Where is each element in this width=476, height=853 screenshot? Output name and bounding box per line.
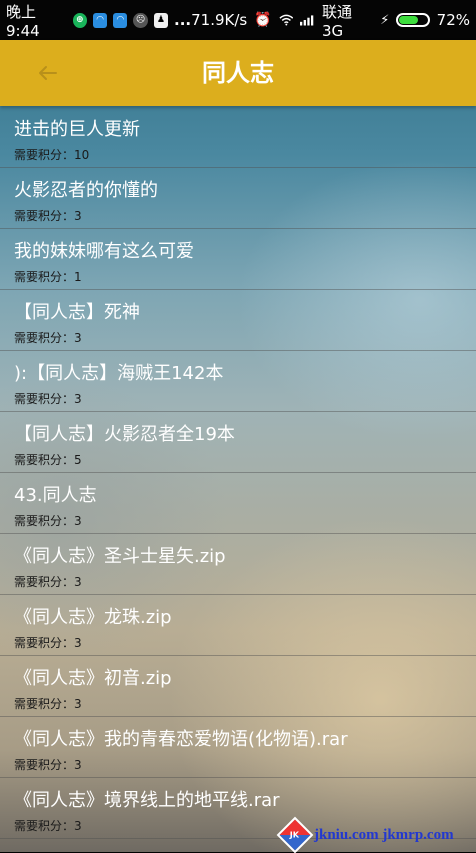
item-title: 《同人志》初音.zip [14, 668, 172, 689]
battery-percent: 72% [436, 11, 470, 29]
item-required-points: 需要积分：3 [14, 636, 82, 650]
signal-icon [300, 15, 314, 26]
list-item[interactable]: 进击的巨人更新需要积分：10 [0, 107, 476, 168]
list-item[interactable]: 《同人志》龙珠.zip 需要积分：3 [0, 595, 476, 656]
item-required-points: 需要积分：3 [14, 758, 82, 772]
app-notification-icon: ⊕ [72, 12, 87, 28]
item-required-points: 需要积分：10 [14, 148, 90, 162]
item-required-points: 需要积分：1 [14, 270, 82, 284]
battery-icon [396, 13, 430, 27]
item-title: 【同人志】火影忍者全19本 [14, 424, 235, 445]
watermark: JK jkniu.com jkmrp.com [276, 816, 454, 853]
list-item[interactable]: 《同人志》我的青春恋爱物语(化物语).rar 需要积分：3 [0, 717, 476, 778]
watermark-logo-icon: JK [276, 816, 314, 853]
item-title: 《同人志》我的青春恋爱物语(化物语).rar [14, 729, 348, 750]
list-item[interactable]: ):【同人志】海贼王142本需要积分：3 [0, 351, 476, 412]
net-speed: 71.9K/s [191, 11, 248, 29]
list-item[interactable]: 【同人志】火影忍者全19本需要积分：5 [0, 412, 476, 473]
list-item[interactable]: 《同人志》初音.zip 需要积分：3 [0, 656, 476, 717]
alarm-icon: ⏰ [254, 12, 272, 28]
item-title: 【同人志】死神 [14, 302, 140, 323]
item-required-points: 需要积分：5 [14, 453, 82, 467]
wifi-icon [279, 14, 293, 26]
item-required-points: 需要积分：3 [14, 514, 82, 528]
list-item[interactable]: 我的妹妹哪有这么可爱需要积分：1 [0, 229, 476, 290]
browser-notification-icon: ◠ [92, 12, 108, 28]
item-title: ):【同人志】海贼王142本 [14, 363, 224, 384]
game-notification-icon: ☹ [133, 12, 148, 28]
item-required-points: 需要积分：3 [14, 209, 82, 223]
item-title: 进击的巨人更新 [14, 119, 140, 140]
status-bar: 晚上9:44 ⊕ ◠ ◠ ☹ ♟ ... 71.9K/s ⏰ 联通 3G ⚡ 7… [0, 0, 476, 40]
app-bar: 同人志 [0, 40, 476, 106]
charging-icon: ⚡ [380, 12, 390, 28]
item-title: 《同人志》圣斗士星矢.zip [14, 546, 226, 567]
more-notifications-icon: ... [174, 11, 192, 29]
list-item[interactable]: 《同人志》圣斗士星矢.zip 需要积分：3 [0, 534, 476, 595]
item-required-points: 需要积分：3 [14, 819, 82, 833]
qq-notification-icon: ♟ [153, 12, 169, 28]
item-title: 《同人志》龙珠.zip [14, 607, 172, 628]
item-required-points: 需要积分：3 [14, 392, 82, 406]
item-title: 火影忍者的你懂的 [14, 180, 158, 201]
watermark-text: jkniu.com jkmrp.com [314, 826, 454, 843]
page-title: 同人志 [202, 59, 274, 87]
list-item[interactable]: 火影忍者的你懂的需要积分：3 [0, 168, 476, 229]
item-required-points: 需要积分：3 [14, 331, 82, 345]
status-time: 晚上9:44 [6, 2, 40, 40]
resource-list: 进击的巨人更新 需要积分：10 火影忍者的你懂的 需要积分：3 我的妹妹哪有这么可爱 需要… [0, 107, 476, 839]
list-item[interactable]: 【同人志】死神需要积分：3 [0, 290, 476, 351]
item-title: 《同人志》境界线上的地平线.rar [14, 790, 280, 811]
browser-notification-icon-2: ◠ [113, 12, 128, 28]
carrier-label: 联通 3G [321, 2, 352, 40]
battery-fill [399, 16, 419, 24]
item-required-points: 需要积分：3 [14, 575, 82, 589]
item-title: 43.同人志 [14, 485, 97, 506]
item-title: 我的妹妹哪有这么可爱 [14, 241, 194, 262]
list-item[interactable]: 43.同人志需要积分：3 [0, 473, 476, 534]
item-required-points: 需要积分：3 [14, 697, 82, 711]
